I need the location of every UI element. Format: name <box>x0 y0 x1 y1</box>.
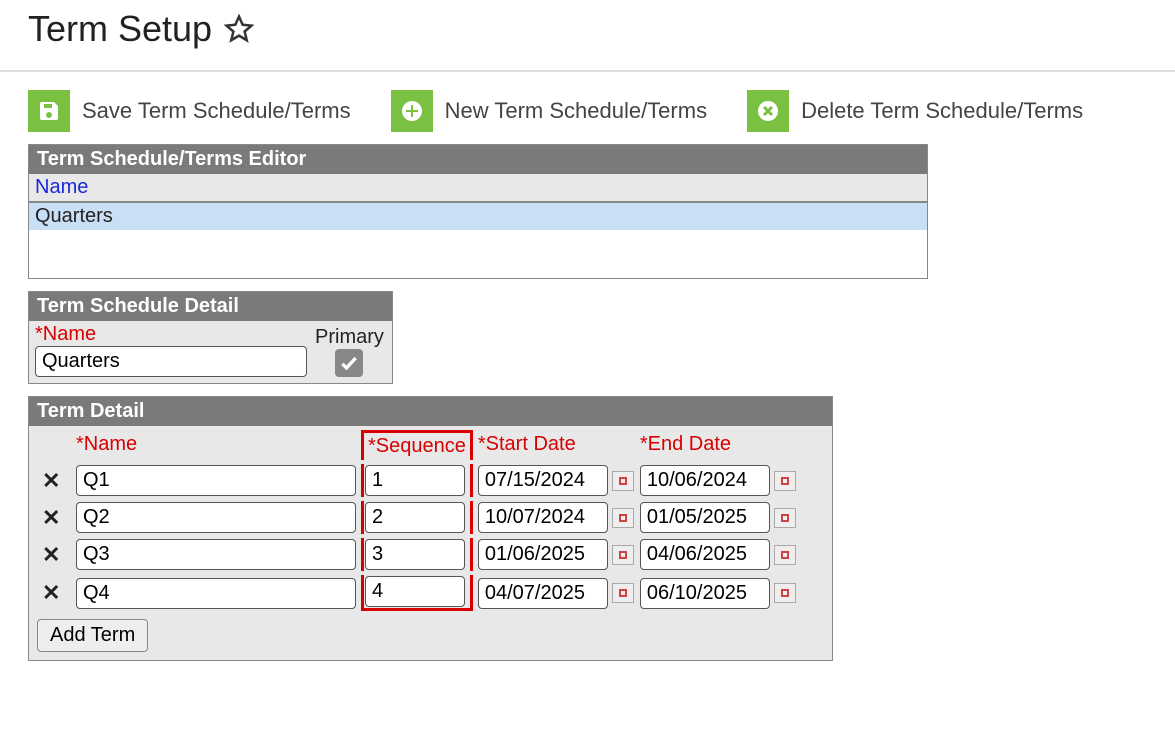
term-name-input[interactable] <box>76 465 356 496</box>
term-sequence-input[interactable] <box>365 576 465 607</box>
term-col-sequence: *Sequence <box>361 430 473 460</box>
term-detail-title: Term Detail <box>29 397 832 426</box>
term-sequence-input[interactable] <box>365 539 465 570</box>
term-start-input[interactable] <box>478 539 608 570</box>
toolbar: Save Term Schedule/Terms New Term Schedu… <box>0 72 1175 144</box>
calendar-icon[interactable] <box>774 471 796 491</box>
editor-column-name[interactable]: Name <box>29 174 927 203</box>
favorite-star-icon[interactable] <box>224 14 254 44</box>
term-name-input[interactable] <box>76 539 356 570</box>
term-end-input[interactable] <box>640 465 770 496</box>
delete-row-icon[interactable]: ✕ <box>42 505 60 530</box>
term-sequence-input[interactable] <box>365 465 465 496</box>
term-col-end: *End Date <box>639 430 797 460</box>
term-row: ✕ <box>41 538 797 571</box>
delete-button-label: Delete Term Schedule/Terms <box>801 98 1083 124</box>
new-button[interactable]: New Term Schedule/Terms <box>391 90 707 132</box>
term-start-input[interactable] <box>478 578 608 609</box>
check-icon <box>339 353 359 373</box>
add-term-button[interactable]: Add Term <box>37 619 148 652</box>
schedule-detail-title: Term Schedule Detail <box>29 292 392 321</box>
term-detail-panel: Term Detail *Name *Sequence *Start Date … <box>28 396 833 661</box>
page-title: Term Setup <box>28 8 212 50</box>
primary-checkbox[interactable] <box>335 349 363 377</box>
delete-row-icon[interactable]: ✕ <box>42 580 60 605</box>
term-start-input[interactable] <box>478 502 608 533</box>
x-circle-icon <box>747 90 789 132</box>
schedule-name-input[interactable] <box>35 346 307 377</box>
term-col-name: *Name <box>75 430 357 460</box>
new-button-label: New Term Schedule/Terms <box>445 98 707 124</box>
term-end-input[interactable] <box>640 578 770 609</box>
calendar-icon[interactable] <box>612 545 634 565</box>
term-row: ✕ <box>41 464 797 497</box>
term-name-input[interactable] <box>76 502 356 533</box>
delete-button[interactable]: Delete Term Schedule/Terms <box>747 90 1083 132</box>
primary-label: Primary <box>315 326 384 349</box>
save-button[interactable]: Save Term Schedule/Terms <box>28 90 351 132</box>
term-name-input[interactable] <box>76 578 356 609</box>
calendar-icon[interactable] <box>612 471 634 491</box>
term-row: ✕ <box>41 575 797 611</box>
term-col-start: *Start Date <box>477 430 635 460</box>
schedule-detail-panel: Term Schedule Detail *Name Primary <box>28 291 393 384</box>
term-row: ✕ <box>41 501 797 534</box>
save-button-label: Save Term Schedule/Terms <box>82 98 351 124</box>
calendar-icon[interactable] <box>774 583 796 603</box>
page-header: Term Setup <box>0 0 1175 72</box>
schedule-name-label: *Name <box>35 323 307 346</box>
save-icon <box>28 90 70 132</box>
term-end-input[interactable] <box>640 502 770 533</box>
calendar-icon[interactable] <box>774 508 796 528</box>
delete-row-icon[interactable]: ✕ <box>42 542 60 567</box>
delete-row-icon[interactable]: ✕ <box>42 468 60 493</box>
term-start-input[interactable] <box>478 465 608 496</box>
editor-panel-title: Term Schedule/Terms Editor <box>29 145 927 174</box>
calendar-icon[interactable] <box>612 508 634 528</box>
editor-panel: Term Schedule/Terms Editor Name Quarters <box>28 144 928 279</box>
calendar-icon[interactable] <box>612 583 634 603</box>
editor-row[interactable]: Quarters <box>29 203 927 230</box>
plus-circle-icon <box>391 90 433 132</box>
calendar-icon[interactable] <box>774 545 796 565</box>
term-sequence-input[interactable] <box>365 502 465 533</box>
term-end-input[interactable] <box>640 539 770 570</box>
editor-blank-area <box>29 230 927 278</box>
